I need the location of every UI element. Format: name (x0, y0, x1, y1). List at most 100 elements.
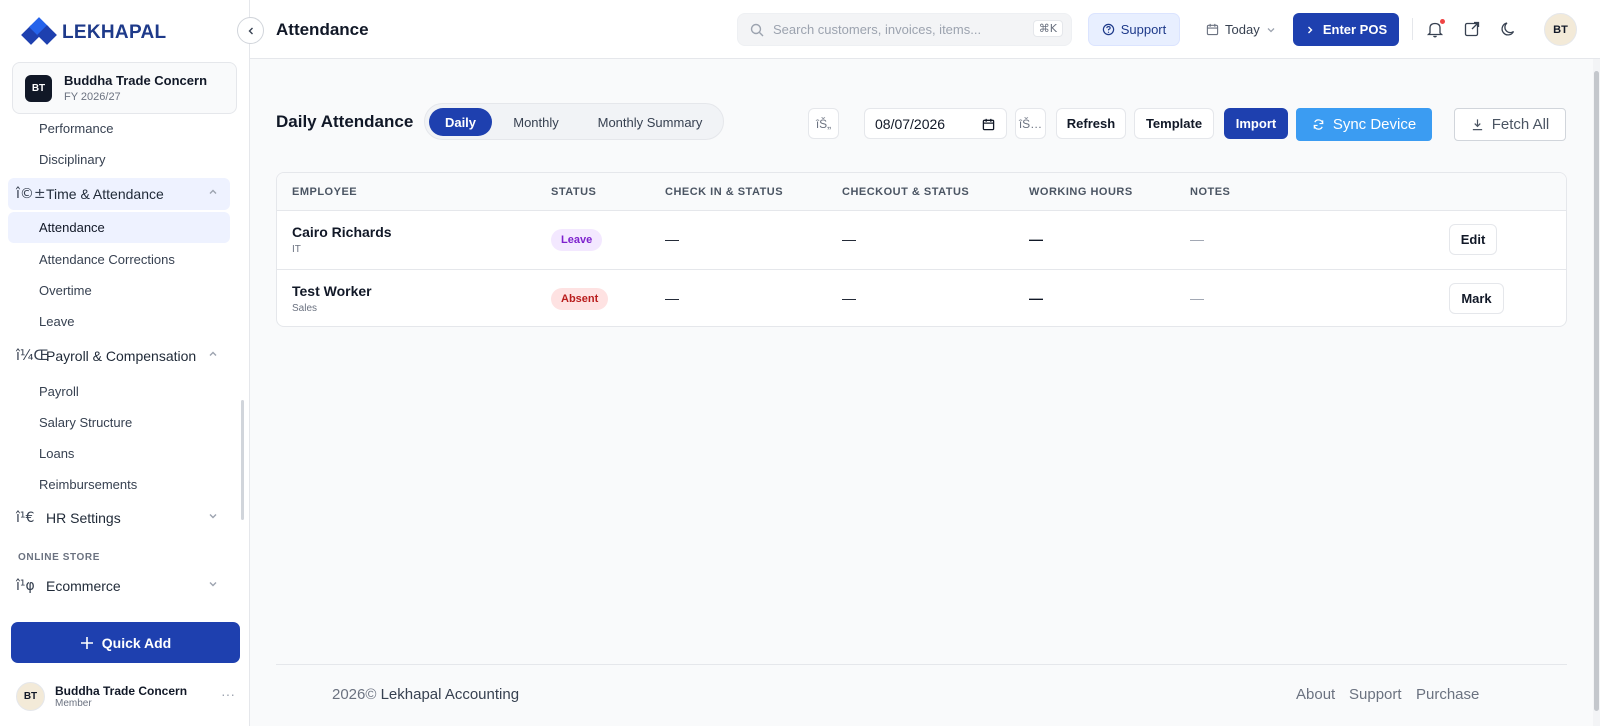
sidebar-item-reimbursements[interactable]: Reimbursements (39, 477, 137, 492)
column-status: STATUS (551, 186, 597, 198)
sidebar-group-label: Payroll & Compensation (46, 348, 197, 364)
quick-add-button[interactable]: Quick Add (11, 622, 240, 663)
calendar-icon (1206, 23, 1219, 36)
section-title: Daily Attendance (276, 112, 414, 131)
status-badge: Absent (551, 288, 609, 310)
user-role: Member (55, 697, 92, 709)
employee-department: IT (292, 244, 301, 255)
time-attendance-icon: î©± (16, 186, 46, 202)
refresh-icon (1313, 119, 1324, 130)
brand-name: LEKHAPAL (62, 22, 167, 43)
footer-link-about[interactable]: About (1296, 686, 1335, 703)
sidebar-item-attendance[interactable]: Attendance (8, 212, 230, 243)
user-name: Buddha Trade Concern (55, 683, 188, 698)
plus-icon (80, 636, 93, 649)
sidebar-item-attendance-corrections[interactable]: Attendance Corrections (39, 252, 175, 267)
working-hours-value: — (1029, 290, 1043, 306)
table-header: EMPLOYEE STATUS CHECK IN & STATUS CHECKO… (277, 173, 1566, 211)
sidebar-item-performance[interactable]: Performance (39, 121, 113, 136)
notification-dot (1440, 19, 1445, 24)
enter-pos-button[interactable]: Enter POS (1293, 13, 1399, 46)
employee-name: Test Worker (292, 283, 372, 299)
sidebar: LEKHAPAL BT Buddha Trade Concern FY 2026… (0, 0, 250, 726)
next-day-button[interactable]: îŠ… (1015, 108, 1046, 139)
column-check-in: CHECK IN & STATUS (665, 186, 784, 198)
sidebar-collapse-button[interactable] (237, 17, 264, 44)
help-circle-icon (1102, 23, 1114, 36)
chevron-down-icon (209, 514, 217, 519)
header-divider (1412, 18, 1413, 40)
sidebar-group-hr-settings[interactable]: î¹€ HR Settings (8, 502, 230, 534)
sidebar-item-disciplinary[interactable]: Disciplinary (39, 152, 105, 167)
copyright: 2026© Lekhapal Accounting (332, 686, 519, 703)
logo-mark-icon (21, 17, 57, 46)
working-hours-value: — (1029, 231, 1043, 247)
sidebar-nav: Performance Disciplinary î©± Time & Atte… (0, 118, 244, 604)
mark-button[interactable]: Mark (1449, 283, 1504, 314)
avatar: BT (16, 681, 45, 711)
copyright-year: 2026© (332, 686, 377, 703)
employee-department: Sales (292, 303, 318, 314)
date-picker-input[interactable]: 08/07/2026 (864, 108, 1007, 139)
user-profile[interactable]: BT Buddha Trade Concern Member ··· (16, 680, 241, 712)
global-search[interactable]: ⌘K (737, 13, 1072, 46)
fetch-all-label: Fetch All (1491, 116, 1550, 133)
avatar[interactable]: BT (1544, 13, 1577, 46)
fetch-all-button[interactable]: Fetch All (1454, 108, 1566, 141)
sidebar-item-payroll[interactable]: Payroll (39, 384, 79, 399)
support-button[interactable]: Support (1088, 13, 1180, 46)
calendar-icon[interactable] (982, 118, 995, 131)
status-badge: Leave (551, 229, 603, 251)
search-input[interactable] (773, 22, 1028, 37)
payroll-icon: î¼Œ (16, 348, 49, 364)
refresh-button[interactable]: Refresh (1056, 108, 1126, 139)
sidebar-group-payroll[interactable]: î¼Œ Payroll & Compensation (8, 340, 230, 372)
sidebar-item-overtime[interactable]: Overtime (39, 283, 92, 298)
organization-switcher[interactable]: BT Buddha Trade Concern FY 2026/27 (12, 62, 237, 114)
employee-name: Cairo Richards (292, 224, 392, 240)
sidebar-item-salary-structure[interactable]: Salary Structure (39, 415, 132, 430)
moon-icon[interactable] (1499, 19, 1519, 39)
sidebar-group-time-attendance[interactable]: î©± Time & Attendance (8, 178, 230, 210)
tab-daily[interactable]: Daily (429, 108, 492, 136)
date-range-select[interactable]: Today (1206, 13, 1276, 46)
enter-pos-label: Enter POS (1322, 22, 1388, 37)
sidebar-item-loans[interactable]: Loans (39, 446, 74, 461)
external-link-icon[interactable] (1462, 19, 1482, 39)
check-in-value: — (665, 290, 679, 306)
notes-value: — (1190, 290, 1204, 306)
support-label: Support (1120, 22, 1167, 37)
footer-link-purchase[interactable]: Purchase (1416, 686, 1479, 703)
chevron-up-icon (209, 189, 217, 194)
checkout-value: — (842, 290, 856, 306)
page-title: Attendance (276, 20, 369, 39)
brand-logo[interactable]: LEKHAPAL (21, 17, 167, 46)
chevron-up-icon (209, 351, 217, 356)
more-options-icon[interactable]: ··· (221, 686, 235, 702)
previous-day-button[interactable]: îŠ„ (808, 108, 839, 139)
footer-link-support[interactable]: Support (1349, 686, 1402, 703)
sidebar-item-leave[interactable]: Leave (39, 314, 74, 329)
import-button[interactable]: Import (1224, 108, 1288, 139)
fiscal-year: FY 2026/27 (64, 91, 121, 103)
sidebar-scrollbar[interactable] (241, 400, 244, 520)
chevron-right-icon (1307, 26, 1313, 33)
date-value: 08/07/2026 (875, 115, 946, 132)
sync-device-button[interactable]: Sync Device (1296, 108, 1432, 141)
edit-button[interactable]: Edit (1449, 224, 1497, 255)
sidebar-group-ecommerce[interactable]: î¹φ Ecommerce (8, 570, 230, 602)
tab-monthly-summary[interactable]: Monthly Summary (580, 108, 720, 136)
section-label-online-store: ONLINE STORE (18, 552, 101, 563)
template-button[interactable]: Template (1134, 108, 1214, 139)
tab-monthly[interactable]: Monthly (497, 108, 575, 136)
org-name: Buddha Trade Concern (64, 73, 208, 88)
chevron-down-icon (1267, 27, 1275, 32)
page-scrollbar[interactable] (1593, 59, 1600, 726)
ecommerce-icon: î¹φ (16, 578, 35, 594)
quick-add-label: Quick Add (101, 634, 172, 651)
column-employee: EMPLOYEE (292, 186, 358, 198)
sidebar-group-label: Ecommerce (46, 578, 121, 594)
sidebar-group-label: Time & Attendance (46, 186, 164, 202)
checkout-value: — (842, 231, 856, 247)
top-header: Attendance ⌘K Support Today Enter POS BT (250, 0, 1600, 59)
